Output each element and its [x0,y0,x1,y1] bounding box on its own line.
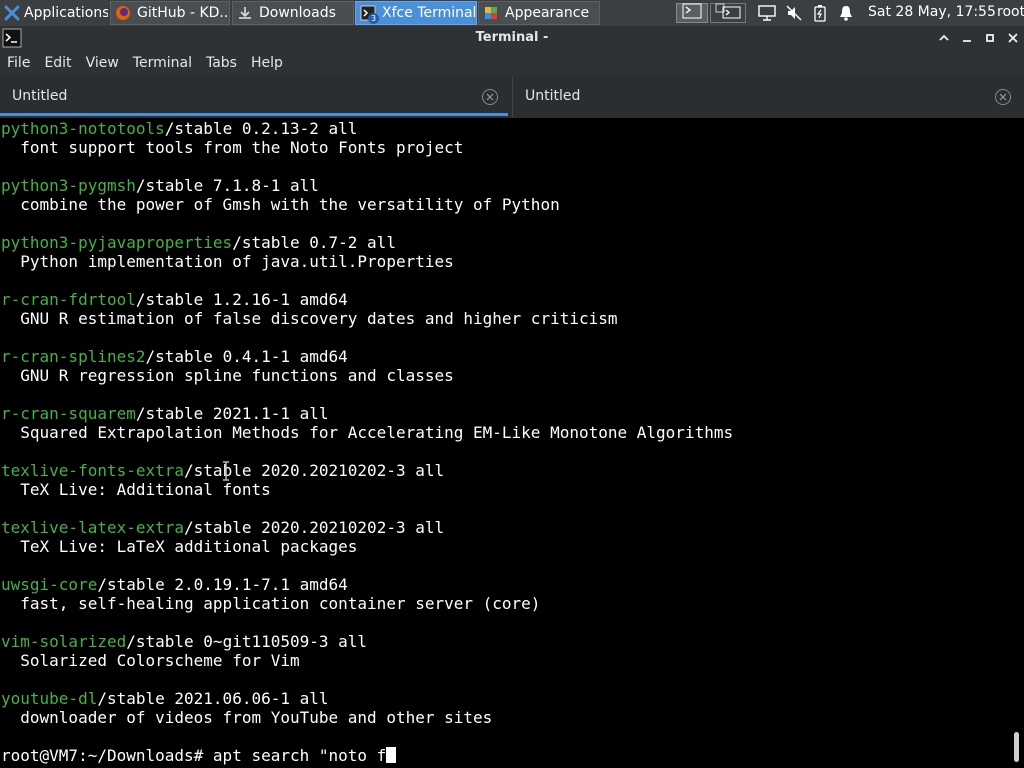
tab-bar: Untitled Untitled [0,76,1024,118]
appearance-icon [483,5,499,21]
package-version: /stable 0~git110509-3 all [126,632,368,651]
terminal-icon: 3 [360,5,379,24]
package-description: downloader of videos from YouTube and ot… [1,708,493,727]
command-input[interactable]: apt search "noto f [213,746,386,765]
package-line: python3-nototools/stable 0.2.13-2 all [1,119,357,138]
terminal-scrollbar[interactable] [1008,118,1024,768]
task-button-appearance[interactable]: Appearance [478,1,600,25]
package-name: python3-pyjavaproperties [1,233,233,252]
package-line: python3-pyjavaproperties/stable 0.7-2 al… [1,233,396,252]
package-version: /stable 1.2.16-1 amd64 [135,290,348,309]
menu-tabs[interactable]: Tabs [199,50,244,76]
user-menu[interactable]: root [997,4,1024,20]
package-name: r-cran-splines2 [1,347,146,366]
package-description: TeX Live: LaTeX additional packages [1,537,358,556]
command-line[interactable]: root@VM7:~/Downloads# apt search "noto f [1,746,397,765]
package-description: GNU R regression spline functions and cl… [1,366,454,385]
tab-label: Untitled [12,88,68,104]
package-version: /stable 2020.20210202-3 all [184,518,445,537]
package-description: GNU R estimation of false discovery date… [1,309,618,328]
menu-file[interactable]: File [0,50,37,76]
package-line: r-cran-splines2/stable 0.4.1-1 amd64 [1,347,348,366]
maximize-icon[interactable] [981,29,999,47]
menu-edit[interactable]: Edit [37,50,78,76]
shell-prompt: root@VM7:~/Downloads# [1,746,213,765]
menu-help[interactable]: Help [244,50,290,76]
clock[interactable]: Sat 28 May, 17:55 [868,4,996,20]
package-name: texlive-latex-extra [1,518,185,537]
applications-menu-button[interactable]: Applications ☰ [0,1,108,25]
package-name: vim-solarized [1,632,127,651]
task-label: GitHub - KD... [137,5,230,21]
package-line: texlive-latex-extra/stable 2020.20210202… [1,518,444,537]
package-name: r-cran-squarem [1,404,136,423]
task-label: Appearance [505,5,590,21]
tab-untitled-2[interactable]: Untitled [512,76,1024,118]
tab-untitled-1[interactable]: Untitled [0,76,510,118]
package-line: r-cran-fdrtool/stable 1.2.16-1 amd64 [1,290,348,309]
package-description: combine the power of Gmsh with the versa… [1,195,560,214]
tab-label: Untitled [525,88,581,104]
package-version: /stable 2021.06.06-1 all [97,689,329,708]
package-line: python3-pygmsh/stable 7.1.8-1 all [1,176,319,195]
tab-close-icon[interactable] [995,89,1011,105]
window-up-icon[interactable] [935,29,953,47]
folder-download-icon [237,5,253,21]
task-button-downloads[interactable]: Downloads [232,1,354,25]
package-version: /stable 0.4.1-1 amd64 [145,347,348,366]
terminal-mini-icon [715,3,741,23]
menu-bar: File Edit View Terminal Tabs Help [0,50,1024,76]
package-line: r-cran-squarem/stable 2021.1-1 all [1,404,329,423]
package-name: python3-pygmsh [1,176,136,195]
text-cursor [386,747,397,763]
package-version: /stable 2021.1-1 all [135,404,329,423]
ibeam-cursor-icon [221,461,231,481]
firefox-icon [115,5,131,21]
menu-view[interactable]: View [79,50,126,76]
applications-label: Applications [24,5,108,21]
package-description: Python implementation of java.util.Prope… [1,252,454,271]
package-name: youtube-dl [1,689,98,708]
menu-terminal[interactable]: Terminal [126,50,199,76]
close-icon[interactable] [1004,29,1022,47]
package-name: r-cran-fdrtool [1,290,136,309]
package-name: python3-nototools [1,119,165,138]
package-version: /stable 2.0.19.1-7.1 amd64 [97,575,348,594]
package-version: /stable 7.1.8-1 all [135,176,319,195]
window-titlebar[interactable]: Terminal - [0,26,1024,50]
package-description: Solarized Colorscheme for Vim [1,651,300,670]
package-version: /stable 0.7-2 all [232,233,396,252]
window-title: Terminal - [475,30,549,45]
package-name: texlive-fonts-extra [1,461,185,480]
task-button-terminal[interactable]: 3 Xfce Terminal [355,1,477,25]
terminal-output[interactable]: python3-nototools/stable 0.2.13-2 all fo… [0,118,1008,768]
terminal-mini-icon [682,3,702,23]
minimize-icon[interactable] [958,29,976,47]
scrollbar-thumb[interactable] [1014,732,1019,762]
xfce-logo-icon [4,5,20,21]
package-line: uwsgi-core/stable 2.0.19.1-7.1 amd64 [1,575,348,594]
active-tab-indicator [0,113,508,116]
workspace-2-button[interactable] [710,3,746,23]
task-label: Xfce Terminal [382,5,477,21]
package-description: font support tools from the Noto Fonts p… [1,138,464,157]
workspace-1-button[interactable] [676,3,708,23]
package-description: TeX Live: Additional fonts [1,480,271,499]
volume-muted-icon[interactable] [784,3,804,23]
task-button-github[interactable]: GitHub - KD... [110,1,230,25]
package-description: Squared Extrapolation Methods for Accele… [1,423,734,442]
tab-close-icon[interactable] [482,89,498,105]
top-panel: Applications ☰ GitHub - KD... Downloads … [0,0,1024,26]
package-description: fast, self-healing application container… [1,594,541,613]
task-label: Downloads [259,5,336,21]
notification-bell-icon[interactable] [836,3,856,23]
package-version: /stable 0.2.13-2 all [164,119,358,138]
package-line: youtube-dl/stable 2021.06.06-1 all [1,689,329,708]
network-icon[interactable] [756,3,778,23]
package-name: uwsgi-core [1,575,98,594]
window-count-badge: 3 [368,13,379,24]
battery-icon[interactable] [810,3,830,23]
package-line: vim-solarized/stable 0~git110509-3 all [1,632,367,651]
